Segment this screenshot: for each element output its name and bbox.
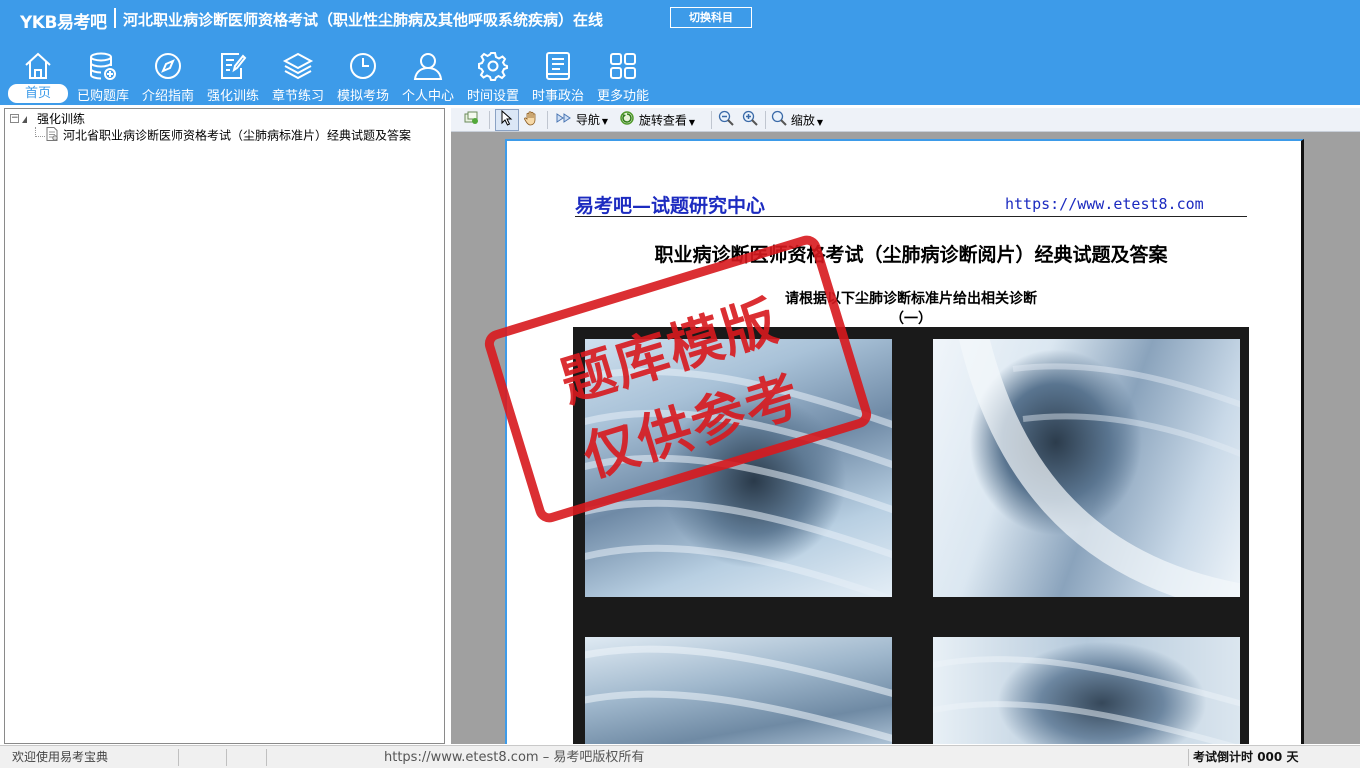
lung-shadows [958,339,1240,597]
zoom-label: 缩放 [790,113,815,128]
status-divider [1188,749,1189,766]
user-icon [412,50,444,82]
status-divider [226,749,227,766]
rotate-view-dropdown[interactable]: 旋转查看 ▼ [619,110,695,130]
zoom-in-button[interactable] [742,110,758,130]
brand-logo: YKB易考吧 [20,13,107,33]
toolbar-separator [489,111,490,129]
viewer-toolbar: 导航 ▼ 旋转查看 ▼ 缩放 ▼ [451,108,1360,132]
nav-item-mock-exam[interactable]: 模拟考场 [333,46,393,104]
tree-node-label: 河北省职业病诊断医师资格考试（尘肺病标准片）经典试题及答案 [63,128,412,143]
zoom-dropdown[interactable]: 缩放 ▼ [771,110,823,130]
nav-label: 模拟考场 [336,89,389,104]
collapse-toggle[interactable]: − [10,114,19,123]
zoom-out-icon [718,110,734,132]
app-title: 河北职业病诊断医师资格考试（职业性尘肺病及其他呼吸系统疾病）在线 [123,11,604,29]
select-tool-button[interactable] [495,109,519,131]
nav-label: 已购题库 [76,89,129,104]
document-title: 职业病诊断医师资格考试（尘肺病诊断阅片）经典试题及答案 [654,244,1168,266]
nav-label: 首页 [8,84,68,103]
navigate-dropdown[interactable]: 导航 ▼ [556,110,608,130]
xray-film-bottom-right [933,637,1240,744]
clock-icon [347,50,379,82]
tree-node-root[interactable]: 强化训练 [22,111,85,127]
cursor-icon [501,109,513,132]
nav-item-more[interactable]: 更多功能 [593,46,653,104]
welcome-text: 欢迎使用易考宝典 [12,750,109,764]
nav-item-purchased[interactable]: 已购题库 [73,46,133,104]
nav-item-home[interactable]: 首页 [8,46,68,104]
nav-item-time-settings[interactable]: 时间设置 [463,46,523,104]
tree-node-child[interactable]: 河北省职业病诊断医师资格考试（尘肺病标准片）经典试题及答案 [46,127,411,143]
zoom-in-icon [742,110,758,132]
grid-icon [607,50,639,82]
nav-item-current-affairs[interactable]: 时事政治 [528,46,588,104]
nav-label: 时间设置 [466,89,519,104]
rotate-view-label: 旋转查看 [638,113,687,128]
dropdown-arrow-icon: ▼ [816,117,823,127]
tree-panel: − 强化训练 河北省职业病诊断医师资格考试（尘肺病标准片）经典试题及答案 [4,108,445,744]
nav-label: 介绍指南 [141,89,194,104]
database-icon [87,50,119,82]
hand-icon [523,110,539,132]
xray-film-top-right [933,339,1240,597]
triangle-icon [22,116,27,123]
rotate-icon [619,110,635,132]
rib-shadows [933,656,1240,744]
tree-connector [35,136,45,137]
toolbar-separator [711,111,712,129]
header-rule [575,216,1247,217]
nav-label: 强化训练 [206,89,259,104]
home-icon [22,50,54,82]
countdown-value: 000 [1257,750,1283,764]
document-icon [46,127,58,145]
compass-icon [152,50,184,82]
zoom-out-button[interactable] [718,110,734,130]
exam-countdown: 考试倒计时 000 天 [1193,749,1298,766]
layers-icon [282,50,314,82]
countdown-label: 考试倒计时 [1193,750,1254,764]
status-bar: 欢迎使用易考宝典 https://www.etest8.com – 易考吧版权所… [0,745,1360,768]
magnifier-icon [771,110,787,132]
switch-subject-button[interactable]: 切换科目 [670,7,752,28]
rib-shadows [585,645,892,742]
title-bar: YKB易考吧 河北职业病诊断医师资格考试（职业性尘肺病及其他呼吸系统疾病）在线 … [0,0,1360,36]
xray-film-bottom-left [585,637,892,744]
nav-item-training[interactable]: 强化训练 [203,46,263,104]
nav-label: 章节练习 [271,89,324,104]
nav-item-chapters[interactable]: 章节练习 [268,46,328,104]
navigate-icon [556,111,572,131]
countdown-unit: 天 [1286,750,1299,764]
toolbar-separator [547,111,548,129]
edit-icon [217,50,249,82]
pages-icon [463,110,479,132]
gear-icon [477,50,509,82]
nav-label: 更多功能 [596,89,649,104]
navigate-label: 导航 [575,113,600,127]
hand-tool-button[interactable] [523,110,539,130]
page-header-brand: 易考吧—试题研究中心 [575,195,766,217]
tree-node-label: 强化训练 [37,112,86,126]
dropdown-arrow-icon: ▼ [601,117,608,126]
nav-item-profile[interactable]: 个人中心 [398,46,458,104]
sidebar-toggle-button[interactable] [463,110,479,130]
dropdown-arrow-icon: ▼ [688,117,695,127]
page-header-url: https://www.etest8.com [1005,195,1204,213]
status-divider [178,749,179,766]
nav-item-guide[interactable]: 介绍指南 [138,46,198,104]
brand-separator [114,8,116,28]
copyright-text: https://www.etest8.com – 易考吧版权所有 [384,750,645,765]
nav-label: 时事政治 [531,89,584,104]
news-icon [542,50,574,82]
toolbar-separator [765,111,766,129]
status-divider [266,749,267,766]
app-header: YKB易考吧 河北职业病诊断医师资格考试（职业性尘肺病及其他呼吸系统疾病）在线 … [0,0,1360,105]
nav-label: 个人中心 [401,89,454,104]
